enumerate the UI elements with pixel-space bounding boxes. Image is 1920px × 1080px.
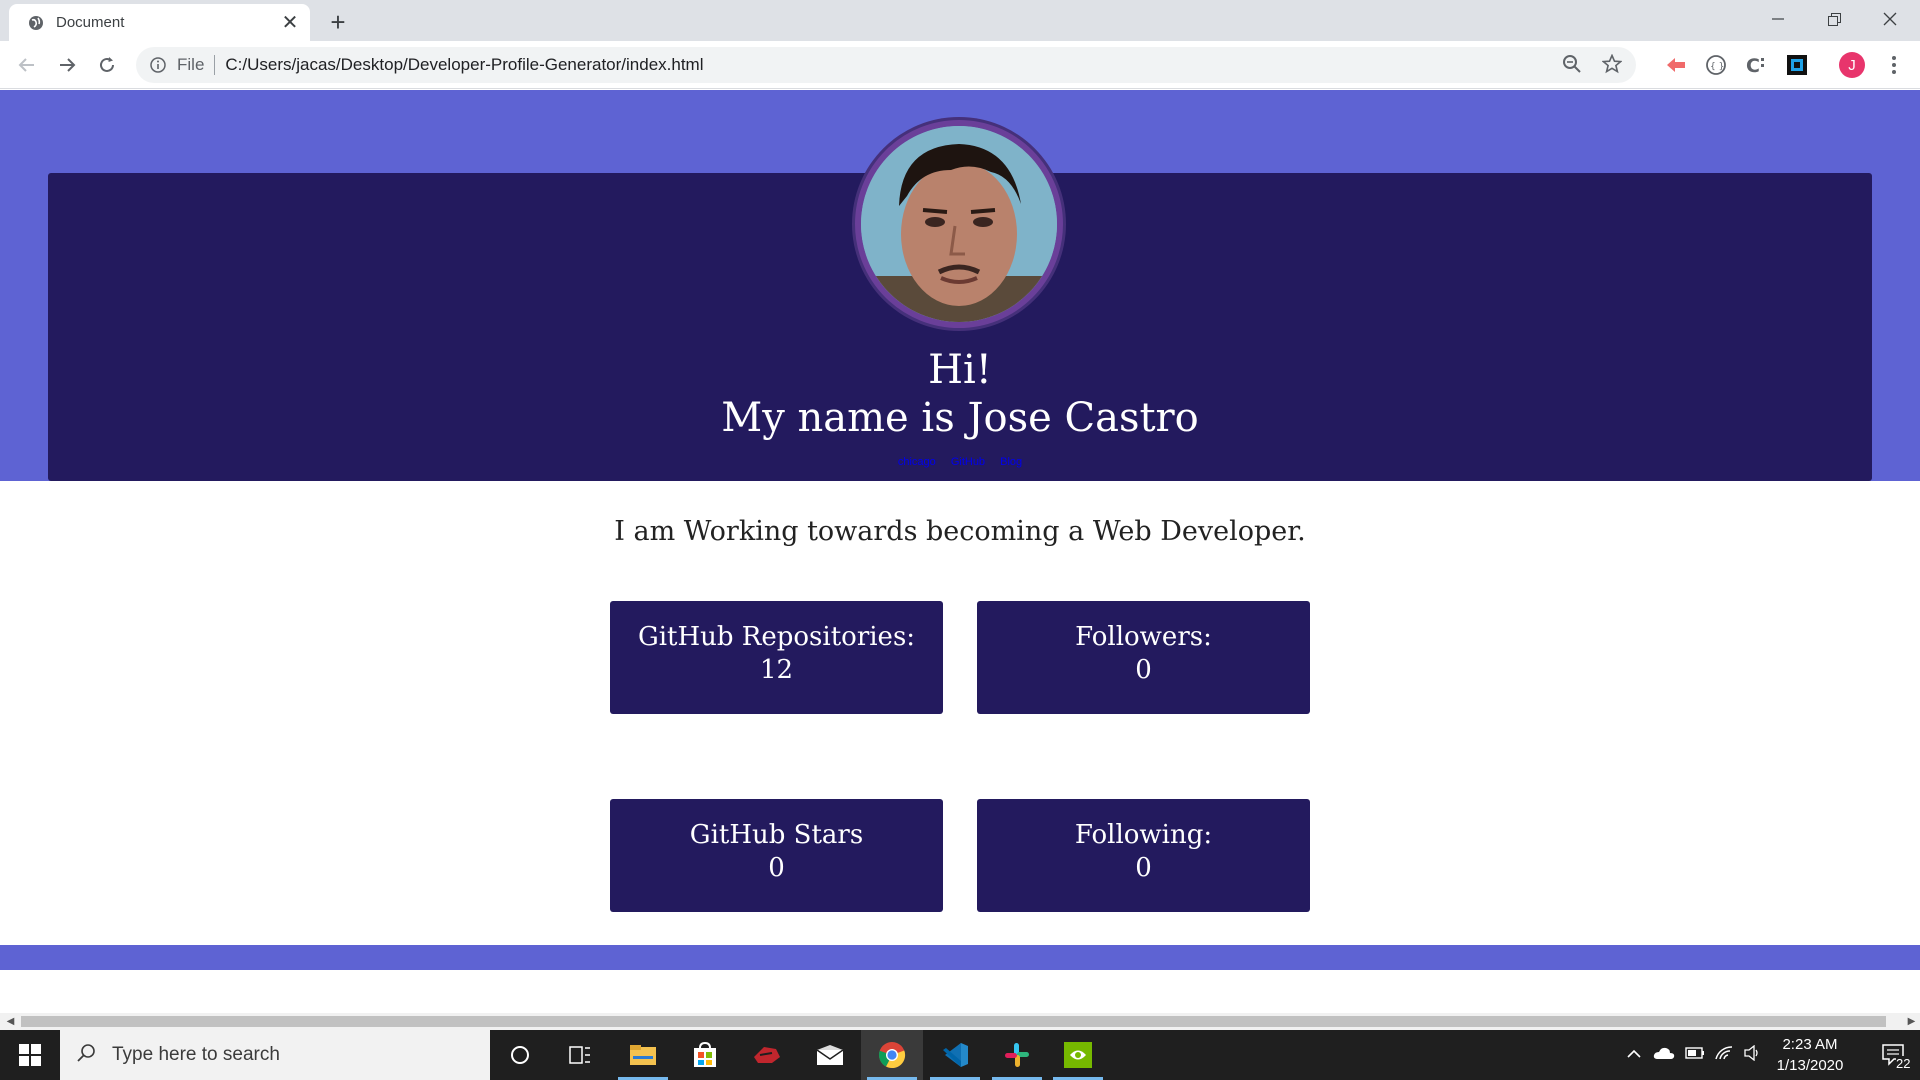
mail-icon[interactable] <box>799 1030 861 1080</box>
clock-time: 2:23 AM <box>1782 1036 1838 1053</box>
system-clock[interactable]: 2:23 AM 1/13/2020 <box>1760 1034 1860 1076</box>
extension-icon[interactable] <box>1662 51 1690 79</box>
blog-link[interactable]: Blog <box>1000 456 1022 468</box>
stat-label: Following: <box>1074 819 1213 850</box>
following-card: Following: 0 <box>977 799 1310 912</box>
clock-date: 1/13/2020 <box>1776 1057 1844 1074</box>
task-view-icon[interactable] <box>549 1030 611 1080</box>
address-scheme: File <box>177 55 205 74</box>
address-bar[interactable]: File C:/Users/jacas/Desktop/Developer-Pr… <box>136 47 1636 83</box>
location-link[interactable]: chicago <box>898 456 936 468</box>
search-icon <box>76 1043 96 1068</box>
svg-text:C: C <box>1746 55 1760 76</box>
stat-label: GitHub Stars <box>689 819 864 850</box>
extension-icon[interactable] <box>1783 51 1811 79</box>
page-viewport: Hi! My name is Jose Castro chicago GitHu… <box>0 90 1920 1012</box>
reload-icon[interactable] <box>91 49 123 81</box>
search-placeholder: Type here to search <box>112 1044 280 1065</box>
stat-label: Followers: <box>1075 621 1212 652</box>
scrollbar-thumb[interactable] <box>21 1016 1886 1027</box>
extension-icon[interactable]: { } <box>1702 51 1730 79</box>
profile-links: chicago GitHub Blog <box>0 456 1920 468</box>
cortana-icon[interactable] <box>489 1030 551 1080</box>
repositories-card: GitHub Repositories: 12 <box>610 601 943 714</box>
stat-label: GitHub Repositories: <box>637 621 916 652</box>
github-link[interactable]: GitHub <box>951 456 985 468</box>
tab-strip: Document ✕ + <box>0 0 1920 41</box>
stat-value: 12 <box>759 654 794 685</box>
tab-title: Document <box>56 14 125 31</box>
zoom-icon[interactable] <box>1562 54 1582 79</box>
greeting-heading: Hi! <box>928 347 992 393</box>
name-heading: My name is Jose Castro <box>721 395 1199 441</box>
forward-icon[interactable] <box>51 49 83 81</box>
profile-avatar-button[interactable]: J <box>1838 51 1866 79</box>
taskbar: Type here to search 2:23 AM 1/13/2020 22 <box>0 1030 1920 1080</box>
stat-value: 0 <box>1135 852 1152 883</box>
bio-text: I am Working towards becoming a Web Deve… <box>614 516 1306 547</box>
notification-count: 22 <box>1896 1056 1911 1071</box>
profile-photo <box>855 120 1063 328</box>
notification-center-icon[interactable]: 22 <box>1866 1030 1920 1080</box>
close-tab-icon[interactable]: ✕ <box>278 11 302 35</box>
address-url[interactable]: C:/Users/jacas/Desktop/Developer-Profile… <box>225 55 703 75</box>
followers-card: Followers: 0 <box>977 601 1310 714</box>
windows-start-icon[interactable] <box>0 1030 60 1080</box>
onedrive-cloud-icon[interactable] <box>1649 1046 1679 1065</box>
scroll-left-icon[interactable]: ◀ <box>2 1013 19 1030</box>
minimize-icon[interactable] <box>1750 0 1806 38</box>
stat-value: 0 <box>1135 654 1152 685</box>
slack-icon[interactable] <box>986 1030 1048 1080</box>
scroll-right-icon[interactable]: ▶ <box>1903 1013 1920 1030</box>
store-icon[interactable] <box>674 1030 736 1080</box>
vscode-icon[interactable] <box>924 1030 986 1080</box>
browser-toolbar: File C:/Users/jacas/Desktop/Developer-Pr… <box>0 41 1920 89</box>
browser-tab[interactable]: Document ✕ <box>9 4 310 41</box>
new-tab-button[interactable]: + <box>324 7 352 37</box>
horizontal-scrollbar[interactable]: ◀ ▶ <box>0 1013 1920 1030</box>
stars-card: GitHub Stars 0 <box>610 799 943 912</box>
game-app-icon[interactable] <box>736 1030 798 1080</box>
file-explorer-icon[interactable] <box>612 1030 674 1080</box>
system-tray <box>1623 1030 1765 1080</box>
taskbar-search[interactable]: Type here to search <box>60 1030 490 1080</box>
extension-icon[interactable]: C <box>1742 51 1770 79</box>
restore-icon[interactable] <box>1806 0 1862 38</box>
bookmark-star-icon[interactable] <box>1601 53 1623 79</box>
globe-icon <box>26 13 46 33</box>
wifi-icon[interactable] <box>1709 1045 1739 1066</box>
svg-text:{ }: { } <box>1710 62 1724 72</box>
back-icon[interactable] <box>11 49 43 81</box>
footer-band <box>0 945 1920 970</box>
info-icon[interactable] <box>149 56 167 74</box>
close-window-icon[interactable] <box>1862 0 1918 38</box>
chrome-icon[interactable] <box>861 1030 923 1080</box>
chevron-up-icon[interactable] <box>1623 1046 1645 1064</box>
stat-value: 0 <box>768 852 785 883</box>
address-divider <box>214 55 216 75</box>
menu-kebab-icon[interactable] <box>1880 51 1908 79</box>
battery-icon[interactable] <box>1679 1046 1709 1065</box>
nvidia-icon[interactable] <box>1047 1030 1109 1080</box>
